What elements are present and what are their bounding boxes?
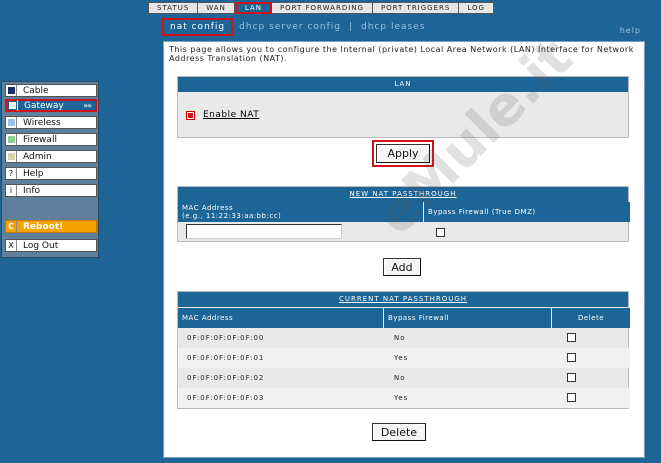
admin-icon — [6, 151, 17, 162]
tab-status[interactable]: STATUS — [148, 2, 199, 14]
column-header-delete: Delete — [552, 308, 630, 328]
subnav-separator: | — [349, 22, 354, 32]
delete-checkbox[interactable] — [567, 393, 576, 402]
bypass-cell: Yes — [394, 354, 409, 362]
apply-button[interactable]: Apply — [372, 140, 434, 167]
table-row: 0F:0F:0F:0F:0F:01 Yes — [178, 348, 630, 368]
sidebar-item-firewall[interactable]: Firewall — [5, 133, 97, 146]
sidebar-item-admin[interactable]: Admin — [5, 150, 97, 163]
help-icon: ? — [6, 168, 17, 179]
delete-checkbox[interactable] — [567, 333, 576, 342]
mac-cell: 0F:0F:0F:0F:0F:02 — [187, 374, 265, 382]
reboot-icon: C — [6, 221, 17, 232]
gateway-icon — [7, 100, 18, 111]
sidebar-item-label: Info — [23, 185, 41, 196]
sidebar-item-gateway[interactable]: Gateway »» — [5, 99, 97, 112]
sub-navigation: nat config dhcp server config | dhcp lea… — [162, 18, 431, 36]
mac-address-header-label: MAC Address — [182, 204, 234, 212]
sidebar-item-label: Admin — [23, 151, 52, 162]
enable-nat-label[interactable]: Enable NAT — [203, 110, 259, 120]
tab-lan[interactable]: LAN — [234, 2, 272, 14]
sidebar-item-label: Firewall — [23, 134, 57, 145]
subnav-dhcp-server-config[interactable]: dhcp server config — [233, 22, 347, 32]
delete-button[interactable]: Delete — [372, 423, 426, 441]
mac-address-input[interactable] — [186, 224, 342, 239]
top-tabs: STATUS WAN LAN PORT FORWARDING PORT TRIG… — [148, 2, 494, 14]
firewall-icon — [6, 134, 17, 145]
column-header-mac: MAC Address — [178, 308, 383, 328]
sidebar-item-label: Reboot! — [23, 221, 64, 232]
sidebar-item-label: Help — [23, 168, 44, 179]
mac-cell: 0F:0F:0F:0F:0F:00 — [187, 334, 265, 342]
lan-section-title: LAN — [178, 77, 628, 92]
enable-nat-checkbox[interactable] — [186, 110, 195, 120]
new-nat-passthrough-title: NEW NAT PASSTHROUGH — [178, 187, 628, 202]
mac-address-header: MAC Address (e.g., 11:22:33:aa:bb:cc) — [178, 202, 423, 222]
sidebar-item-label: Wireless — [23, 117, 61, 128]
main-panel: This page allows you to configure the In… — [163, 26, 645, 458]
table-row: 0F:0F:0F:0F:0F:02 No — [178, 368, 630, 388]
add-button[interactable]: Add — [383, 258, 421, 276]
chevron-right-icon: »» — [83, 101, 92, 110]
current-nat-passthrough-title: CURRENT NAT PASSTHROUGH — [178, 292, 628, 307]
sidebar-item-logout[interactable]: X Log Out — [5, 239, 97, 252]
sidebar-item-cable[interactable]: Cable — [5, 84, 97, 97]
wireless-icon — [6, 117, 17, 128]
mac-cell: 0F:0F:0F:0F:0F:01 — [187, 354, 265, 362]
table-row: 0F:0F:0F:0F:0F:00 No — [178, 328, 630, 348]
sidebar-item-wireless[interactable]: Wireless — [5, 116, 97, 129]
tab-port-forwarding[interactable]: PORT FORWARDING — [271, 2, 373, 14]
subnav-dhcp-leases[interactable]: dhcp leases — [355, 22, 431, 32]
sidebar-item-label: Cable — [23, 85, 49, 96]
logout-icon: X — [6, 240, 17, 251]
sidebar-item-help[interactable]: ? Help — [5, 167, 97, 180]
enable-nat-row: Enable NAT — [186, 110, 259, 120]
sidebar-item-info[interactable]: i Info — [5, 184, 97, 197]
help-link[interactable]: help — [620, 26, 641, 35]
delete-checkbox[interactable] — [567, 353, 576, 362]
bypass-firewall-header: Bypass Firewall (True DMZ) — [424, 202, 630, 222]
bypass-firewall-checkbox[interactable] — [436, 228, 445, 237]
reboot-button[interactable]: C Reboot! — [5, 220, 97, 233]
lan-section: LAN Enable NAT — [177, 76, 629, 138]
sidebar-item-label: Gateway — [24, 100, 64, 111]
bypass-cell: No — [394, 334, 406, 342]
bypass-cell: Yes — [394, 394, 409, 402]
tab-wan[interactable]: WAN — [198, 2, 235, 14]
sidebar: Cable Gateway »» Wireless Firewall Admin… — [1, 81, 99, 258]
new-nat-passthrough-section: NEW NAT PASSTHROUGH MAC Address (e.g., 1… — [177, 186, 630, 242]
cable-icon — [6, 85, 17, 96]
mac-cell: 0F:0F:0F:0F:0F:03 — [187, 394, 265, 402]
tab-port-triggers[interactable]: PORT TRIGGERS — [372, 2, 460, 14]
subnav-nat-config[interactable]: nat config — [162, 18, 234, 36]
table-row: 0F:0F:0F:0F:0F:03 Yes — [178, 388, 630, 408]
info-icon: i — [6, 185, 17, 196]
bypass-cell: No — [394, 374, 406, 382]
column-header-bypass: Bypass Firewall — [384, 308, 551, 328]
delete-checkbox[interactable] — [567, 373, 576, 382]
current-nat-passthrough-section: CURRENT NAT PASSTHROUGH MAC Address Bypa… — [177, 291, 630, 409]
sidebar-item-label: Log Out — [23, 240, 59, 251]
page-description: This page allows you to configure the In… — [169, 45, 634, 63]
tab-log[interactable]: LOG — [459, 2, 494, 14]
mac-address-example: (e.g., 11:22:33:aa:bb:cc) — [182, 212, 282, 220]
